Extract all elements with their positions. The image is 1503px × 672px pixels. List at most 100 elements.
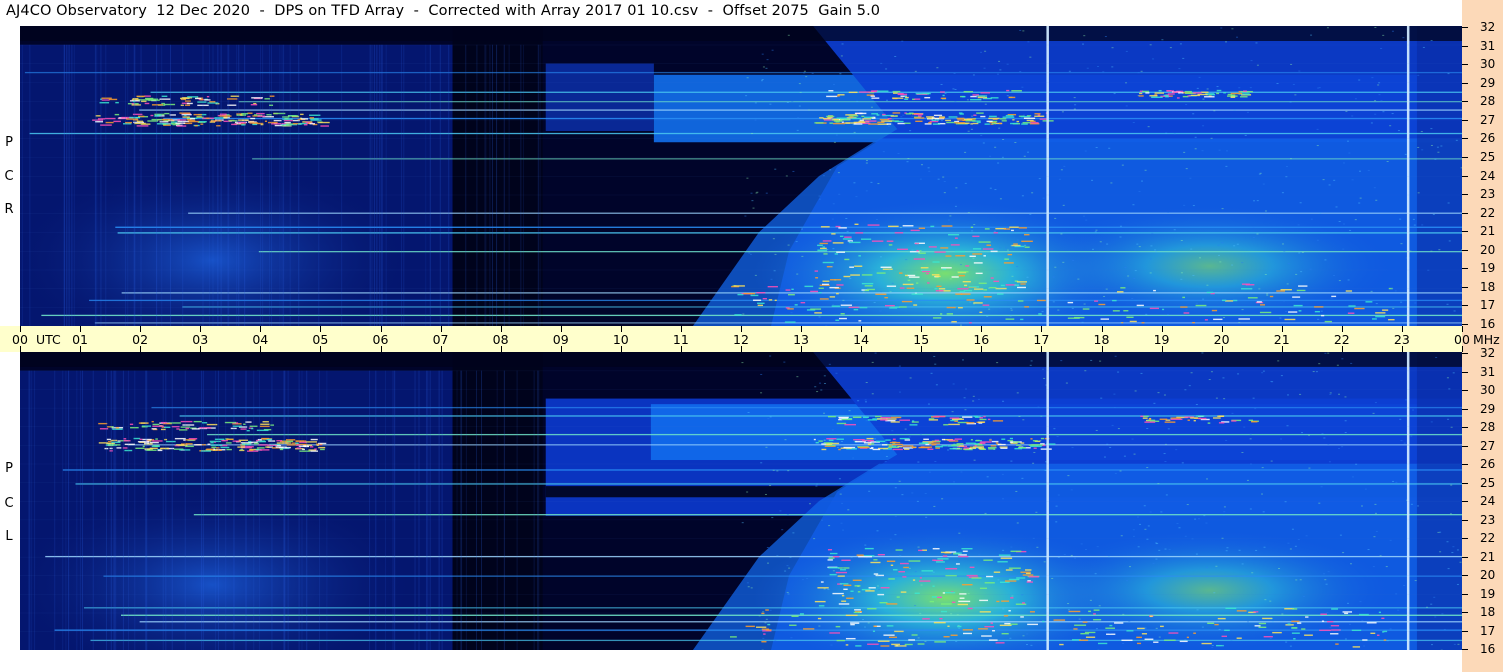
noise-pixel	[1323, 437, 1326, 439]
emission-pixel	[904, 643, 913, 646]
time-tick-mark	[200, 326, 202, 332]
emission-pixel	[883, 634, 895, 636]
noise-pixel	[1338, 629, 1341, 631]
freq-rcp-tick-mark	[1462, 268, 1468, 270]
emission-pixel	[995, 642, 1005, 644]
emission-pixel	[870, 95, 876, 97]
noise-pixel	[1111, 66, 1114, 68]
emission-pixel	[1272, 631, 1282, 634]
noise-pixel	[808, 503, 811, 505]
emission-pixel	[242, 443, 252, 445]
noise-pixel	[1324, 352, 1327, 354]
emission-pixel	[144, 95, 151, 97]
noise-pixel	[1153, 402, 1156, 404]
noise-pixel	[1256, 200, 1259, 202]
noise-pixel	[1220, 27, 1223, 29]
noise-pixel	[1364, 488, 1367, 490]
noise-pixel	[901, 494, 904, 496]
vertical-striation	[484, 44, 486, 326]
vertical-striation	[418, 370, 420, 650]
emission-pixel	[945, 255, 952, 257]
noise-pixel	[792, 532, 795, 534]
noise-pixel	[1354, 219, 1357, 221]
emission-pixel	[774, 299, 777, 302]
noise-pixel	[1039, 440, 1042, 442]
noise-pixel	[1125, 105, 1128, 107]
noise-pixel	[1261, 493, 1264, 495]
noise-pixel	[1430, 644, 1433, 646]
noise-pixel	[764, 493, 767, 495]
emission-pixel	[979, 587, 987, 590]
noise-pixel	[762, 66, 765, 68]
emission-pixel	[1005, 569, 1013, 571]
emission-pixel	[1067, 301, 1074, 304]
emission-pixel	[763, 633, 766, 635]
emission-pixel	[927, 282, 930, 284]
noise-pixel	[914, 605, 917, 607]
noise-pixel	[1052, 276, 1055, 278]
time-tick-label: 21	[1273, 332, 1290, 347]
emission-pixel	[1000, 284, 1005, 287]
emission-pixel	[976, 121, 981, 124]
noise-pixel	[911, 249, 914, 251]
noise-pixel	[1371, 77, 1374, 79]
noise-pixel	[1271, 621, 1274, 623]
noise-pixel	[806, 577, 809, 579]
noise-pixel	[1253, 200, 1256, 202]
noise-pixel	[792, 170, 795, 172]
noise-pixel	[1378, 94, 1381, 96]
noise-pixel	[1430, 128, 1433, 130]
time-tick-mark	[1161, 326, 1163, 332]
vertical-striation	[105, 44, 107, 326]
noise-pixel	[1102, 71, 1105, 73]
emission-pixel	[903, 566, 909, 569]
vertical-striation	[481, 370, 483, 650]
emission-pixel	[1291, 632, 1300, 634]
emission-pixel	[954, 552, 962, 554]
noise-pixel	[1338, 221, 1341, 223]
emission-pixel	[832, 592, 844, 595]
time-tick-label: 11	[672, 332, 689, 347]
noise-pixel	[864, 401, 867, 403]
emission-pixel	[970, 439, 973, 441]
time-tick-mark	[80, 326, 82, 332]
emission-pixel	[890, 421, 900, 423]
noise-pixel	[796, 376, 799, 378]
emission-pixel	[105, 121, 114, 124]
vertical-striation	[503, 44, 505, 326]
noise-pixel	[1183, 204, 1186, 206]
noise-pixel	[917, 546, 920, 548]
time-tick-mark	[20, 326, 21, 332]
noise-pixel	[1019, 29, 1022, 31]
emission-pixel	[973, 262, 983, 264]
emission-pixel	[1008, 578, 1020, 581]
noise-pixel	[1140, 372, 1143, 374]
noise-pixel	[822, 175, 825, 177]
noise-pixel	[909, 446, 912, 448]
noise-pixel	[1106, 243, 1109, 245]
emission-pixel	[1126, 630, 1134, 632]
noise-pixel	[1149, 258, 1152, 260]
noise-pixel	[925, 516, 928, 518]
noise-pixel	[840, 55, 843, 57]
emission-pixel	[137, 441, 150, 443]
emission-pixel	[886, 603, 898, 605]
noise-pixel	[1417, 146, 1420, 148]
noise-pixel	[746, 582, 749, 584]
noise-pixel	[1155, 558, 1158, 560]
noise-pixel	[1456, 549, 1459, 551]
noise-pixel	[1014, 141, 1017, 143]
emission-pixel	[839, 583, 849, 585]
noise-pixel	[1027, 41, 1030, 43]
noise-pixel	[1337, 447, 1340, 449]
time-tick-mark	[560, 346, 562, 352]
emission-pixel	[818, 440, 823, 442]
noise-pixel	[1435, 356, 1438, 358]
time-tick-mark	[680, 346, 682, 352]
vertical-striation	[209, 44, 211, 326]
emission-pixel	[880, 587, 890, 589]
time-tick-label: 00	[12, 332, 28, 347]
emission-pixel	[930, 225, 935, 228]
noise-pixel	[1339, 534, 1342, 536]
emission-pixel	[1136, 642, 1142, 645]
